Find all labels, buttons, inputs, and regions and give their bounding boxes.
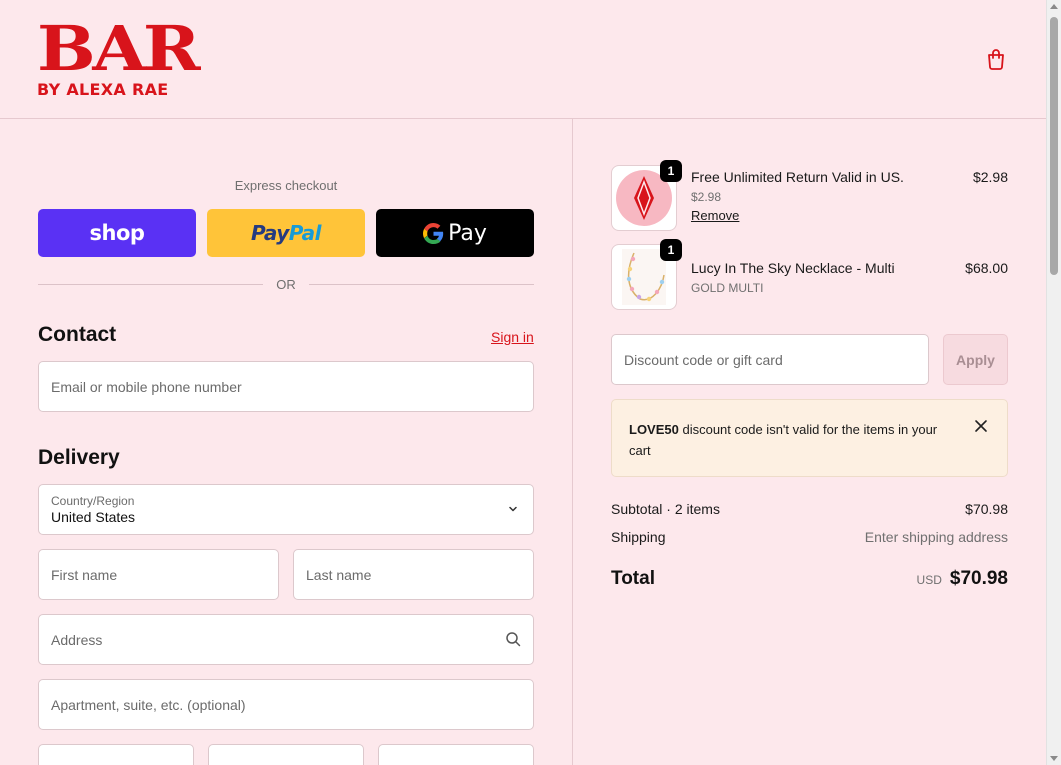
zip-field[interactable] xyxy=(378,744,534,765)
or-separator: OR xyxy=(38,276,534,294)
apply-discount-button[interactable]: Apply xyxy=(943,334,1008,385)
city-field[interactable] xyxy=(38,744,194,765)
logo-sub-text: BY ALEXA RAE xyxy=(37,80,169,99)
shipping-value: Enter shipping address xyxy=(864,529,1008,545)
sign-in-link[interactable]: Sign in xyxy=(491,329,534,345)
state-field[interactable] xyxy=(208,744,364,765)
item-thumbnail: 1 xyxy=(611,239,682,310)
first-name-input[interactable] xyxy=(51,550,278,599)
item-price: $68.00 xyxy=(965,260,1008,276)
country-select[interactable]: Country/Region United States xyxy=(38,484,534,535)
quantity-badge: 1 xyxy=(660,160,682,182)
close-icon[interactable] xyxy=(974,419,988,433)
item-thumbnail: 1 xyxy=(611,160,682,231)
shopping-bag-icon[interactable] xyxy=(984,47,1008,71)
express-checkout-label: Express checkout xyxy=(234,178,338,193)
page-scrollbar[interactable] xyxy=(1046,0,1061,765)
total-label: Total xyxy=(611,568,655,589)
apartment-input[interactable] xyxy=(51,680,533,729)
item-variant: GOLD MULTI xyxy=(691,281,764,295)
email-input[interactable] xyxy=(51,362,533,411)
country-value: United States xyxy=(51,508,136,525)
first-name-field[interactable] xyxy=(38,549,279,600)
address-input[interactable] xyxy=(51,615,533,664)
discount-error-notice: LOVE50 discount code isn't valid for the… xyxy=(611,399,1008,477)
discount-field[interactable] xyxy=(611,334,929,385)
total-value-group: USD $70.98 xyxy=(917,568,1008,590)
google-g-icon xyxy=(423,222,444,244)
address-field[interactable] xyxy=(38,614,534,665)
google-pay-button[interactable]: Pay xyxy=(376,209,534,257)
shipping-label: Shipping xyxy=(611,529,666,545)
apartment-field[interactable] xyxy=(38,679,534,730)
logo-main-text: BAR xyxy=(37,12,201,85)
paypal-button[interactable]: PayPal xyxy=(207,209,365,257)
total-currency: USD xyxy=(916,573,942,587)
paypal-label: PayPal xyxy=(250,221,322,245)
email-field[interactable] xyxy=(38,361,534,412)
subtotal-value: $70.98 xyxy=(965,501,1008,517)
contact-title: Contact xyxy=(38,323,117,346)
last-name-input[interactable] xyxy=(306,550,533,599)
subtotal-label: Subtotal · 2 items xyxy=(611,501,720,517)
scroll-down-arrow[interactable] xyxy=(1050,756,1058,761)
header: BAR BY ALEXA RAE xyxy=(0,0,1046,119)
shop-pay-label: shop xyxy=(89,221,145,245)
item-name: Free Unlimited Return Valid in US. xyxy=(691,169,904,185)
item-price: $2.98 xyxy=(972,169,1008,185)
remove-item-link[interactable]: Remove xyxy=(691,208,739,223)
country-label: Country/Region xyxy=(51,493,135,508)
quantity-badge: 1 xyxy=(660,239,682,261)
scrollbar-thumb[interactable] xyxy=(1050,17,1058,275)
brand-logo[interactable]: BAR BY ALEXA RAE xyxy=(37,14,201,100)
google-pay-label: Pay xyxy=(448,220,487,246)
search-icon xyxy=(506,632,521,647)
discount-input[interactable] xyxy=(624,335,928,384)
column-divider xyxy=(572,119,573,765)
item-name: Lucy In The Sky Necklace - Multi xyxy=(691,260,895,276)
total-amount: $70.98 xyxy=(949,568,1008,589)
discount-error-text: LOVE50 discount code isn't valid for the… xyxy=(629,422,938,458)
item-variant: $2.98 xyxy=(691,190,722,204)
shop-pay-button[interactable]: shop xyxy=(38,209,196,257)
chevron-down-icon xyxy=(509,506,517,512)
last-name-field[interactable] xyxy=(293,549,534,600)
delivery-title: Delivery xyxy=(38,446,120,469)
scroll-up-arrow[interactable] xyxy=(1050,4,1058,9)
